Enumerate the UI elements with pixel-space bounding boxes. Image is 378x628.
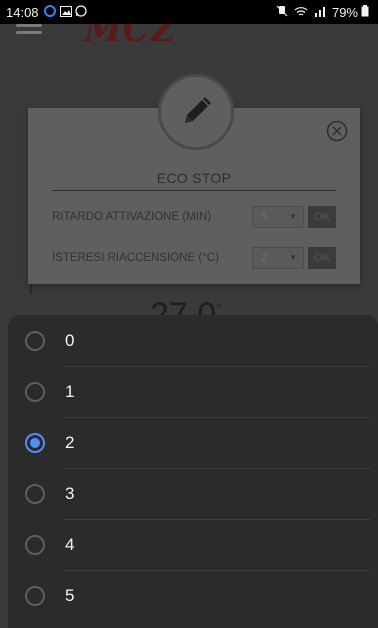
pencil-icon	[158, 74, 234, 150]
radio-button[interactable]	[25, 330, 45, 351]
brand-logo: MCZ	[84, 24, 177, 50]
radio-button[interactable]	[25, 585, 45, 606]
option-row[interactable]: 0	[8, 315, 378, 366]
option-label: 4	[65, 534, 75, 554]
option-row-selected[interactable]: 2	[8, 417, 378, 468]
dialog-title: ECO STOP	[156, 170, 232, 186]
radio-button-selected[interactable]	[25, 432, 45, 453]
battery-icon	[361, 4, 369, 20]
wifi-icon	[294, 5, 308, 20]
radio-button[interactable]	[25, 483, 45, 504]
divider	[52, 190, 336, 191]
option-row[interactable]: 1	[8, 366, 378, 417]
caret-down-icon: ▼	[289, 212, 297, 221]
option-label: 2	[65, 432, 75, 452]
option-row[interactable]: 3	[8, 468, 378, 519]
close-icon[interactable]	[326, 120, 348, 142]
whatsapp-icon	[74, 4, 87, 20]
option-row[interactable]: 5	[8, 570, 378, 621]
battery-percent: 79%	[331, 4, 358, 20]
signal-icon	[314, 5, 326, 20]
hysteresis-ok-button[interactable]: OK	[308, 247, 336, 269]
hysteresis-label: ISTERESI RIACCENSIONE (°C)	[52, 252, 219, 264]
hysteresis-value: 2	[261, 252, 268, 264]
value-picker-sheet: 0 1 2 3 4 5	[8, 315, 378, 628]
option-label: 5	[65, 585, 75, 605]
option-label: 0	[65, 330, 75, 350]
status-bar: 14:08 79%	[0, 0, 378, 24]
image-icon	[59, 5, 72, 20]
option-label: 3	[65, 483, 75, 503]
delay-activation-row: RITARDO ATTIVAZIONE (MIN) 5 ▼ OK	[52, 204, 336, 230]
hysteresis-select[interactable]: 2 ▼	[252, 247, 304, 269]
caret-down-icon: ▼	[289, 253, 297, 262]
menu-icon[interactable]	[16, 24, 42, 42]
delay-activation-select[interactable]: 5 ▼	[252, 206, 304, 228]
option-label: 1	[65, 381, 75, 401]
hysteresis-row: ISTERESI RIACCENSIONE (°C) 2 ▼ OK	[52, 245, 336, 271]
status-time: 14:08	[6, 4, 39, 20]
delay-activation-value: 5	[261, 211, 268, 223]
sync-icon	[43, 4, 57, 20]
option-row[interactable]: 4	[8, 519, 378, 570]
radio-button[interactable]	[25, 381, 45, 402]
mute-icon	[276, 5, 288, 20]
radio-button[interactable]	[25, 534, 45, 555]
delay-activation-label: RITARDO ATTIVAZIONE (MIN)	[52, 211, 212, 223]
delay-activation-ok-button[interactable]: OK	[308, 206, 336, 228]
